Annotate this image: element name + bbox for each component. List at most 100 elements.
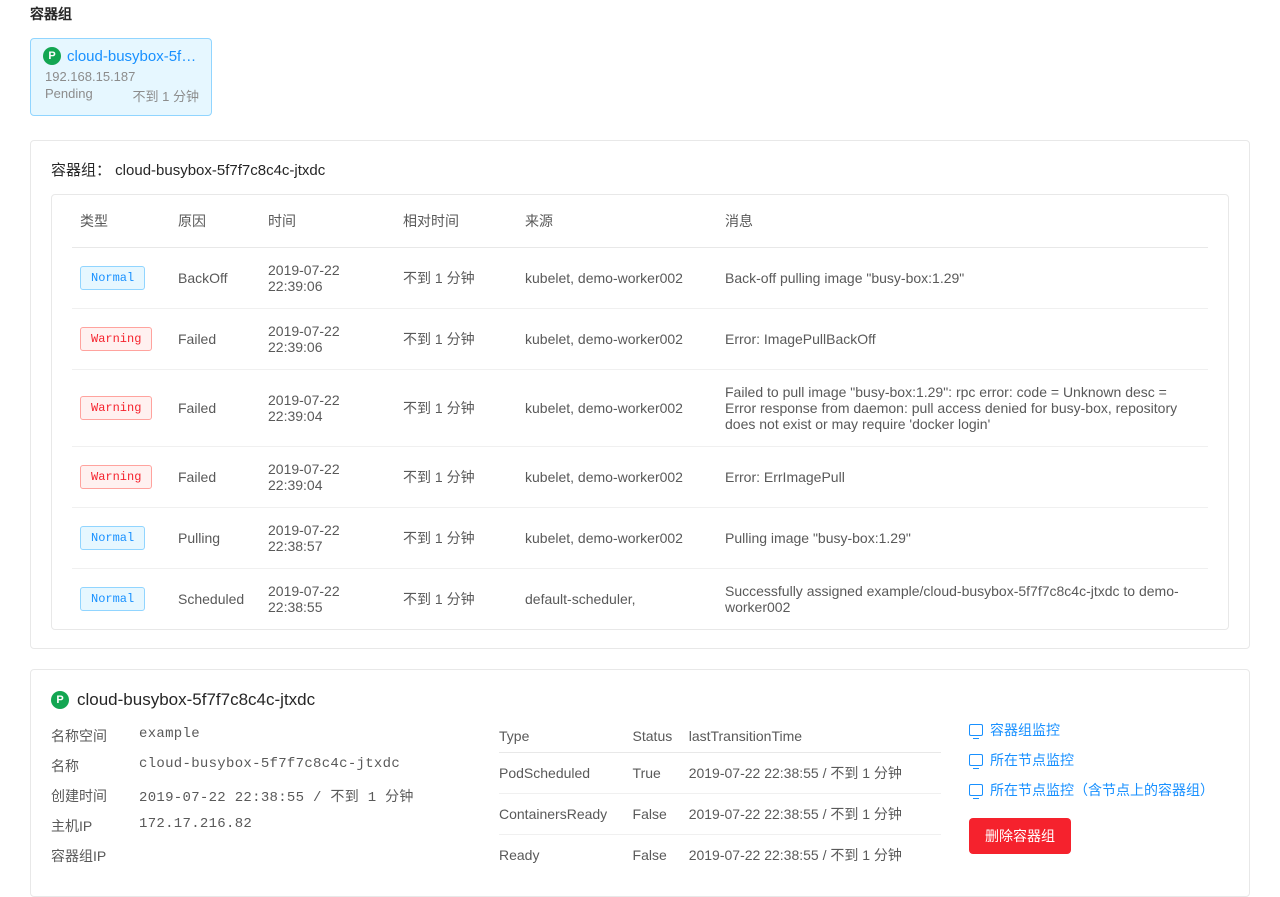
cond-col-last: lastTransitionTime xyxy=(689,720,941,753)
cell-time: 2019-07-22 22:39:04 xyxy=(260,370,395,447)
event-type-tag: Normal xyxy=(80,526,145,550)
detail-left: P cloud-busybox-5f7f7c8c4c-jtxdc 名称空间 ex… xyxy=(51,690,471,876)
events-panel-title: 容器组： cloud-busybox-5f7f7c8c4c-jtxdc xyxy=(51,159,1229,180)
cell-message: Error: ErrImagePull xyxy=(717,447,1208,508)
cell-reason: BackOff xyxy=(170,248,260,309)
table-row: Normal BackOff2019-07-22 22:39:06不到 1 分钟k… xyxy=(72,248,1208,309)
cond-last: 2019-07-22 22:38:55 / 不到 1 分钟 xyxy=(689,753,941,794)
cell-time: 2019-07-22 22:39:04 xyxy=(260,447,395,508)
section-title: 容器组 xyxy=(30,0,1250,24)
cell-relative: 不到 1 分钟 xyxy=(395,447,517,508)
cell-reason: Pulling xyxy=(170,508,260,569)
link-label: 所在节点监控 xyxy=(990,750,1074,770)
cond-type: ContainersReady xyxy=(499,794,633,835)
table-row: WarningFailed2019-07-22 22:39:04不到 1 分钟k… xyxy=(72,370,1208,447)
cond-col-type: Type xyxy=(499,720,633,753)
cell-source: kubelet, demo-worker002 xyxy=(517,309,717,370)
cell-time: 2019-07-22 22:38:55 xyxy=(260,569,395,630)
cell-message: Pulling image "busy-box:1.29" xyxy=(717,508,1208,569)
kv-label: 名称空间 xyxy=(51,726,139,746)
pod-card-header: P cloud-busybox-5f… xyxy=(43,47,199,65)
kv-label: 名称 xyxy=(51,756,139,776)
cell-reason: Failed xyxy=(170,447,260,508)
table-row: Normal Scheduled2019-07-22 22:38:55不到 1 分… xyxy=(72,569,1208,630)
col-time: 时间 xyxy=(260,195,395,248)
cond-type: Ready xyxy=(499,835,633,876)
pod-card-age: 不到 1 分钟 xyxy=(133,86,199,105)
cond-col-status: Status xyxy=(633,720,689,753)
events-title-name: cloud-busybox-5f7f7c8c4c-jtxdc xyxy=(115,162,325,179)
table-row: WarningFailed2019-07-22 22:39:06不到 1 分钟k… xyxy=(72,309,1208,370)
pod-status-badge-icon: P xyxy=(43,47,61,65)
cell-type: Warning xyxy=(72,309,170,370)
cell-time: 2019-07-22 22:39:06 xyxy=(260,248,395,309)
conditions-table: Type Status lastTransitionTime PodSchedu… xyxy=(499,720,941,875)
detail-conditions: Type Status lastTransitionTime PodSchedu… xyxy=(499,690,941,876)
cond-status: False xyxy=(633,794,689,835)
cell-type: Normal xyxy=(72,508,170,569)
cond-status: True xyxy=(633,753,689,794)
cell-reason: Scheduled xyxy=(170,569,260,630)
link-label: 所在节点监控（含节点上的容器组） xyxy=(990,780,1214,800)
col-message: 消息 xyxy=(717,195,1208,248)
table-row: ReadyFalse2019-07-22 22:38:55 / 不到 1 分钟 xyxy=(499,835,941,876)
event-type-tag: Warning xyxy=(80,396,152,420)
events-header-row: 类型 原因 时间 相对时间 来源 消息 xyxy=(72,195,1208,248)
cell-source: default-scheduler, xyxy=(517,569,717,630)
events-title-prefix: 容器组： xyxy=(51,162,115,179)
col-reason: 原因 xyxy=(170,195,260,248)
detail-heading: P cloud-busybox-5f7f7c8c4c-jtxdc xyxy=(51,690,471,710)
monitor-icon xyxy=(969,724,983,736)
kv-namespace: 名称空间 example xyxy=(51,726,471,746)
kv-created: 创建时间 2019-07-22 22:38:55 / 不到 1 分钟 xyxy=(51,786,471,806)
events-table: 类型 原因 时间 相对时间 来源 消息 NormalBackOff2019-07… xyxy=(72,195,1208,629)
cell-source: kubelet, demo-worker002 xyxy=(517,447,717,508)
monitor-icon xyxy=(969,754,983,766)
table-row: PodScheduledTrue2019-07-22 22:38:55 / 不到… xyxy=(499,753,941,794)
kv-value: 172.17.216.82 xyxy=(139,816,252,836)
detail-pod-name: cloud-busybox-5f7f7c8c4c-jtxdc xyxy=(77,690,315,710)
delete-pod-button[interactable]: 删除容器组 xyxy=(969,818,1071,854)
cell-relative: 不到 1 分钟 xyxy=(395,248,517,309)
cond-status: False xyxy=(633,835,689,876)
cell-source: kubelet, demo-worker002 xyxy=(517,508,717,569)
cond-last: 2019-07-22 22:38:55 / 不到 1 分钟 xyxy=(689,794,941,835)
pod-card-footer: Pending 不到 1 分钟 xyxy=(43,86,199,105)
cond-last: 2019-07-22 22:38:55 / 不到 1 分钟 xyxy=(689,835,941,876)
cell-message: Error: ImagePullBackOff xyxy=(717,309,1208,370)
events-panel: 容器组： cloud-busybox-5f7f7c8c4c-jtxdc 类型 原… xyxy=(30,140,1250,649)
monitor-icon xyxy=(969,784,983,796)
kv-podip: 容器组IP xyxy=(51,846,471,866)
cell-relative: 不到 1 分钟 xyxy=(395,569,517,630)
table-row: ContainersReadyFalse2019-07-22 22:38:55 … xyxy=(499,794,941,835)
cell-message: Back-off pulling image "busy-box:1.29" xyxy=(717,248,1208,309)
link-node-full-monitor[interactable]: 所在节点监控（含节点上的容器组） xyxy=(969,780,1229,800)
cell-reason: Failed xyxy=(170,370,260,447)
cell-time: 2019-07-22 22:39:06 xyxy=(260,309,395,370)
cell-type: Warning xyxy=(72,447,170,508)
event-type-tag: Warning xyxy=(80,465,152,489)
cell-message: Failed to pull image "busy-box:1.29": rp… xyxy=(717,370,1208,447)
cell-type: Warning xyxy=(72,370,170,447)
cell-source: kubelet, demo-worker002 xyxy=(517,370,717,447)
pod-card-ip: 192.168.15.187 xyxy=(43,69,199,84)
cell-message: Successfully assigned example/cloud-busy… xyxy=(717,569,1208,630)
cell-source: kubelet, demo-worker002 xyxy=(517,248,717,309)
pod-status-badge-icon: P xyxy=(51,691,69,709)
cond-header-row: Type Status lastTransitionTime xyxy=(499,720,941,753)
col-source: 来源 xyxy=(517,195,717,248)
link-pod-monitor[interactable]: 容器组监控 xyxy=(969,720,1229,740)
col-type: 类型 xyxy=(72,195,170,248)
cond-type: PodScheduled xyxy=(499,753,633,794)
link-node-monitor[interactable]: 所在节点监控 xyxy=(969,750,1229,770)
event-type-tag: Warning xyxy=(80,327,152,351)
pod-card[interactable]: P cloud-busybox-5f… 192.168.15.187 Pendi… xyxy=(30,38,212,116)
col-relative: 相对时间 xyxy=(395,195,517,248)
table-row: Warning Failed2019-07-22 22:39:04不到 1 分钟k… xyxy=(72,447,1208,508)
cell-relative: 不到 1 分钟 xyxy=(395,309,517,370)
cell-type: Normal xyxy=(72,248,170,309)
cell-relative: 不到 1 分钟 xyxy=(395,508,517,569)
detail-actions: 容器组监控 所在节点监控 所在节点监控（含节点上的容器组） 删除容器组 xyxy=(969,690,1229,876)
event-type-tag: Normal xyxy=(80,587,145,611)
event-type-tag: Normal xyxy=(80,266,145,290)
